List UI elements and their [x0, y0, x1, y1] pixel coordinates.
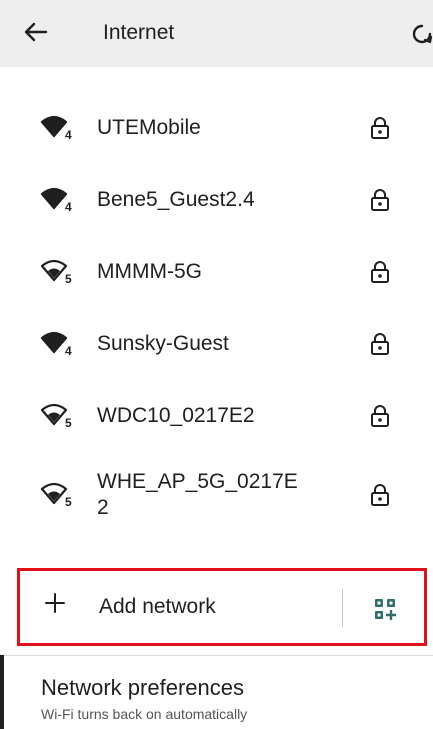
edge-indicator: [0, 655, 4, 729]
wifi-signal-icon: 5: [40, 403, 72, 430]
section-divider: [0, 655, 433, 656]
network-name: WHE_AP_5G_0217E 2: [97, 470, 298, 519]
add-network-label: Add network: [99, 595, 216, 618]
preferences-title: Network preferences: [41, 675, 244, 700]
wifi-signal-icon: 4: [40, 187, 72, 214]
wifi-band-label: 4: [65, 344, 72, 358]
lock-icon: [371, 189, 389, 211]
app-bar: Internet: [0, 0, 433, 67]
lock-icon: [371, 261, 389, 283]
lock-icon: [371, 405, 389, 427]
preferences-subtitle: Wi-Fi turns back on automatically: [41, 706, 248, 722]
qr-code-scan-icon[interactable]: [374, 598, 396, 620]
network-row[interactable]: 4 Bene5_Guest2.4: [0, 164, 433, 236]
page-title: Internet: [103, 21, 175, 44]
wifi-signal-icon: 4: [40, 115, 72, 142]
lock-icon: [371, 333, 389, 355]
wifi-band-label: 4: [65, 128, 72, 142]
network-row[interactable]: 5 MMMM-5G: [0, 236, 433, 308]
network-row[interactable]: 4 Sunsky-Guest: [0, 308, 433, 380]
network-name: UTEMobile: [97, 116, 201, 139]
network-name: MMMM-5G: [97, 260, 202, 283]
arrow-left-icon[interactable]: [22, 18, 50, 46]
vertical-divider: [342, 589, 343, 627]
wifi-band-label: 5: [65, 272, 72, 286]
plus-icon: [45, 593, 65, 613]
wifi-band-label: 5: [65, 495, 72, 509]
wifi-signal-icon: 4: [40, 331, 72, 358]
add-network-row[interactable]: Add network: [17, 568, 427, 646]
lock-icon: [371, 484, 389, 506]
wifi-signal-icon: 5: [40, 482, 72, 509]
lock-icon: [371, 117, 389, 139]
refresh-icon[interactable]: [410, 22, 433, 46]
wifi-band-label: 5: [65, 416, 72, 430]
wifi-signal-icon: 5: [40, 259, 72, 286]
network-row[interactable]: 5 WHE_AP_5G_0217E 2: [0, 449, 433, 521]
network-name: Sunsky-Guest: [97, 332, 229, 355]
network-name: Bene5_Guest2.4: [97, 188, 255, 211]
network-row[interactable]: 5 WDC10_0217E2: [0, 380, 433, 452]
network-row[interactable]: 4 UTEMobile: [0, 92, 433, 164]
network-name: WDC10_0217E2: [97, 404, 255, 427]
wifi-band-label: 4: [65, 200, 72, 214]
